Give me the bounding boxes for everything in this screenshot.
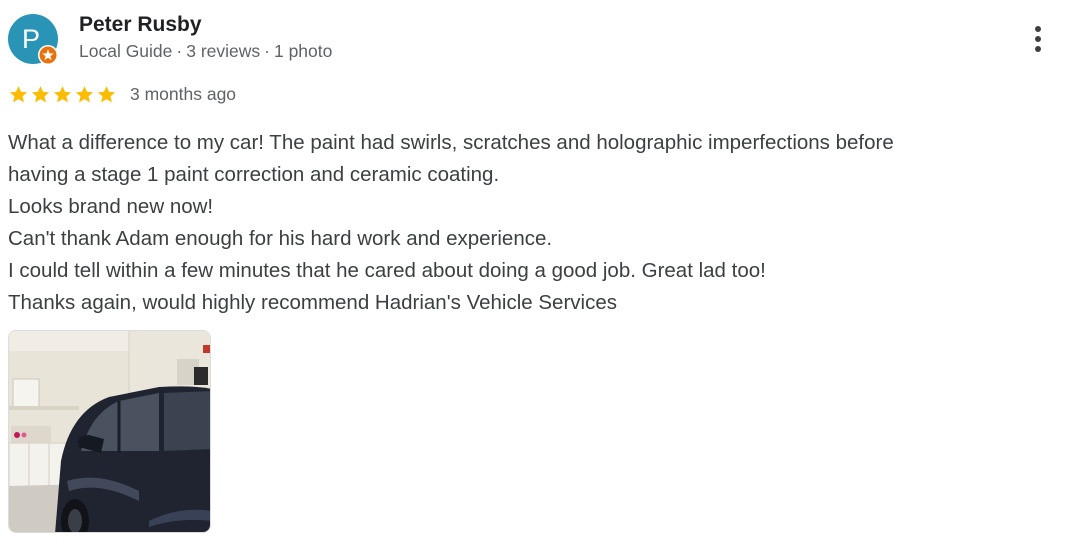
separator-dot: · [176,41,183,61]
more-options-button[interactable] [1024,22,1052,58]
reviewer-name[interactable]: Peter Rusby [79,13,202,37]
review-time: 3 months ago [130,84,237,104]
car-in-garage-photo [9,331,210,532]
review-count: 3 reviews [186,41,261,61]
local-guide-label: Local Guide [79,41,173,61]
separator-dot: · [264,41,270,61]
star-icon [31,86,50,103]
star-icon [9,86,28,103]
review-text-line: Can't thank Adam enough for his hard wor… [8,227,553,250]
star-icon [75,86,94,103]
review-text: What a difference to my car! The paint h… [8,127,1048,319]
more-vert-icon [1035,26,1041,52]
star-icon [53,86,72,103]
star-icon [97,86,116,103]
local-guide-badge-icon [38,45,58,65]
review-card: P Peter Rusby Local Guide · 3 reviews · 1 ph… [0,0,1068,554]
review-text-line: having a stage 1 paint correction and ce… [8,163,500,186]
review-photo[interactable] [8,330,211,533]
photo-count: 1 photo [273,41,333,61]
review-text-line: Thanks again, would highly recommend Had… [8,291,617,314]
review-text-line: What a difference to my car! The paint h… [8,131,894,154]
reviewer-meta: Local Guide · 3 reviews · 1 photo [79,41,332,62]
star-rating [8,84,117,106]
review-text-line: I could tell within a few minutes that h… [8,259,766,282]
review-text-line: Looks brand new now! [8,195,214,218]
